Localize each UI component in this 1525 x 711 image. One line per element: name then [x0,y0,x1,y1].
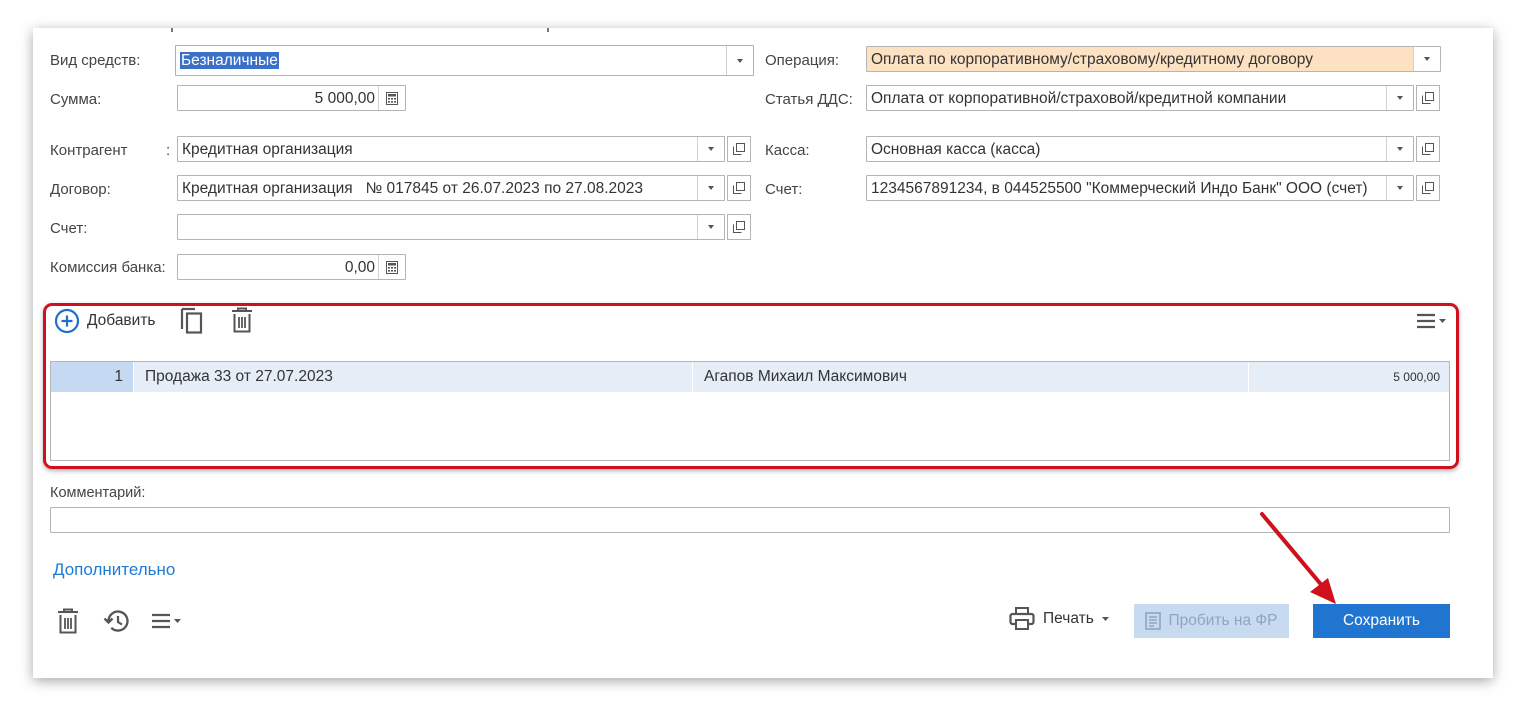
plus-circle-icon [54,308,80,334]
delete-icon[interactable] [231,307,253,337]
dogovor-value: Кредитная организация № 017845 от 26.07.… [182,180,644,197]
annotation-arrow-icon [1260,512,1336,604]
table-menu-button[interactable] [1416,313,1446,329]
receipt-icon [1145,612,1162,630]
komissiya-input[interactable]: 0,00 [177,254,406,280]
summa-value: 5 000,00 [314,90,375,107]
hamburger-icon [1417,313,1435,329]
dogovor-label: Договор: [50,181,111,198]
row-person: Агапов Михаил Максимович [704,368,907,385]
chevron-down-icon[interactable] [697,215,724,239]
kontragent-colon: : [166,142,171,159]
schet-right-select[interactable]: 1234567891234, в 044525500 "Коммерческий… [866,175,1414,201]
operaciya-select[interactable]: Оплата по корпоративному/страховому/кред… [866,46,1441,72]
chevron-down-icon[interactable] [726,46,753,75]
open-icon[interactable] [1416,85,1440,111]
open-icon[interactable] [727,214,751,240]
comment-label: Комментарий: [50,485,146,501]
schet-left-select[interactable] [177,214,725,240]
open-icon[interactable] [1416,136,1440,162]
history-icon[interactable] [103,608,131,638]
chevron-down-icon[interactable] [1386,137,1413,161]
more-actions-button[interactable] [151,613,181,629]
komissiya-label: Комиссия банка: [50,259,166,276]
statya-label: Статья ДДС: [765,91,853,108]
calculator-icon[interactable] [378,255,405,279]
schet-right-value: 1234567891234, в 044525500 "Коммерческий… [871,180,1368,197]
kontragent-label: Контрагент [50,142,128,159]
chevron-down-icon[interactable] [1386,86,1413,110]
delete-document-icon[interactable] [57,608,79,638]
schet-left-label: Счет: [50,220,88,237]
save-label: Сохранить [1342,612,1421,629]
operaciya-label: Операция: [765,52,840,69]
printer-icon [1009,607,1035,630]
hamburger-icon [152,613,170,629]
calculator-icon[interactable] [378,86,405,110]
kontragent-select[interactable]: Кредитная организация [177,136,725,162]
dogovor-select[interactable]: Кредитная организация № 017845 от 26.07.… [177,175,725,201]
row-number: 1 [51,362,133,392]
table: 1 Продажа 33 от 27.07.2023 Агапов Михаил… [50,361,1450,461]
open-icon[interactable] [727,136,751,162]
komissiya-value: 0,00 [344,259,375,276]
vid-sredstv-select[interactable]: Безналичные [175,45,754,76]
vid-sredstv-label: Вид средств: [50,52,141,69]
print-label: Печать [1043,610,1094,627]
vid-sredstv-value: Безналичные [180,52,279,69]
clipped-text-mark [171,28,173,32]
table-row[interactable]: 1 Продажа 33 от 27.07.2023 Агапов Михаил… [51,362,1449,392]
chevron-down-icon[interactable] [1413,47,1440,71]
operaciya-value: Оплата по корпоративному/страховому/кред… [871,51,1313,68]
chevron-down-icon [1101,616,1109,621]
open-icon[interactable] [727,175,751,201]
add-row-label: Добавить [87,312,156,329]
kassa-label: Касса: [765,142,810,159]
open-icon[interactable] [1416,175,1440,201]
copy-icon[interactable] [179,307,207,339]
statya-value: Оплата от корпоративной/страховой/кредит… [871,90,1287,107]
row-amount: 5 000,00 [1393,370,1440,384]
schet-right-label: Счет: [765,181,803,198]
add-row-button[interactable]: Добавить [54,308,156,334]
kassa-value: Основная касса (касса) [871,141,1041,158]
chevron-down-icon[interactable] [697,137,724,161]
more-link[interactable]: Дополнительно [53,560,175,580]
kontragent-value: Кредитная организация [182,141,353,158]
row-document: Продажа 33 от 27.07.2023 [145,368,333,385]
chevron-down-icon[interactable] [1386,176,1413,200]
summa-input[interactable]: 5 000,00 [177,85,406,111]
summa-label: Сумма: [50,91,102,108]
document-form: Вид средств: Безналичные Сумма: 5 000,00… [33,28,1493,678]
print-button[interactable]: Печать [1009,607,1109,631]
kassa-select[interactable]: Основная касса (касса) [866,136,1414,162]
chevron-down-icon[interactable] [697,176,724,200]
clipped-text-mark [547,28,549,32]
statya-select[interactable]: Оплата от корпоративной/страховой/кредит… [866,85,1414,111]
